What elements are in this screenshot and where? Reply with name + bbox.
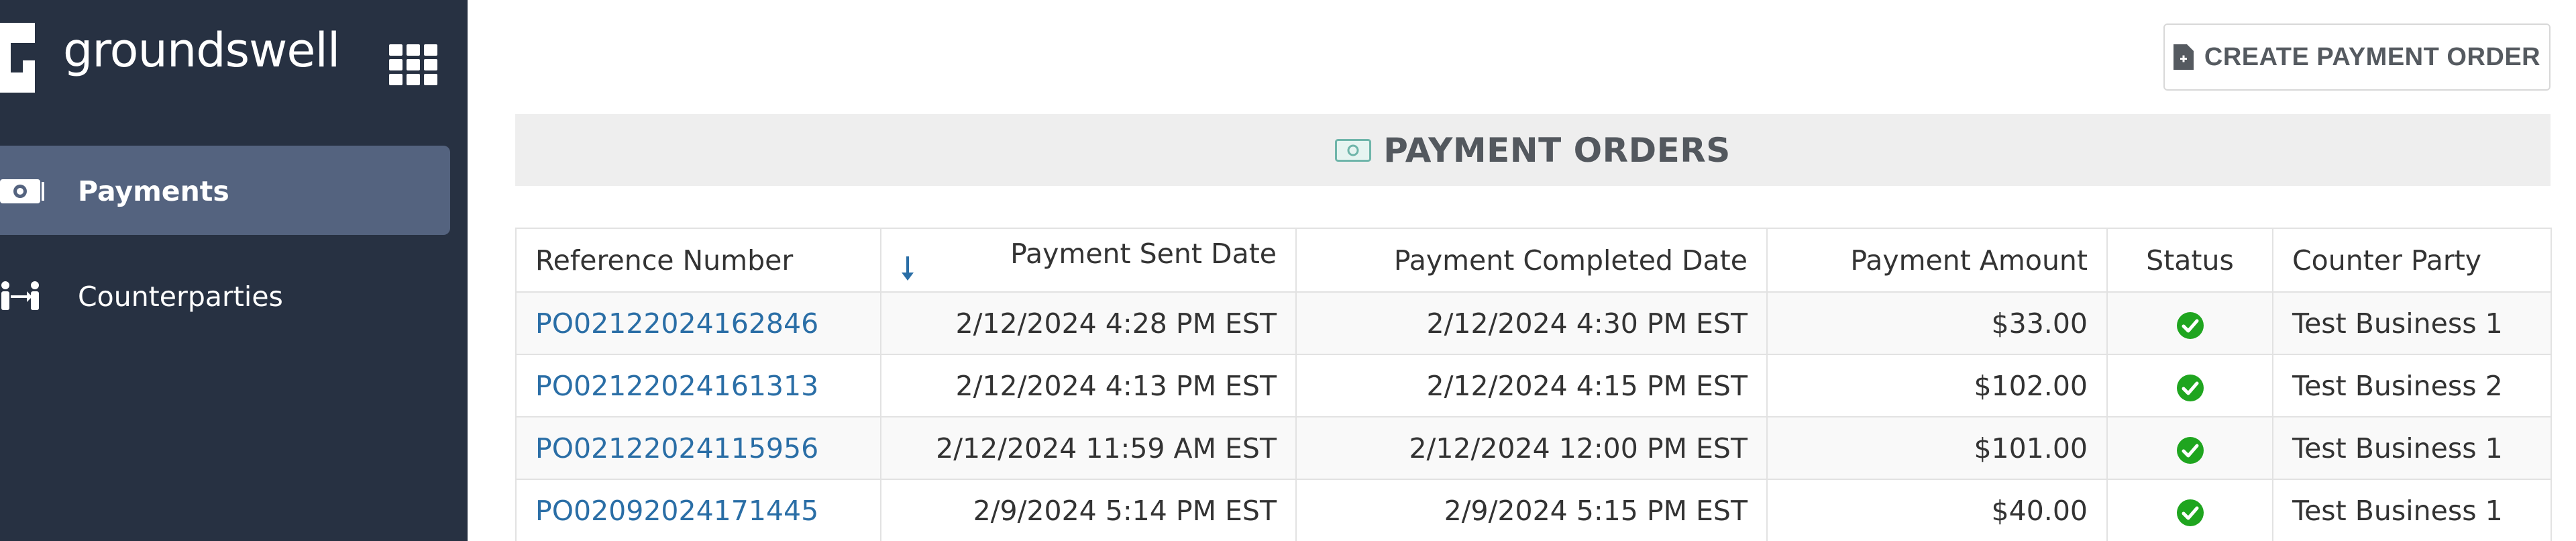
counterparty-cell: Test Business 1	[2272, 291, 2552, 355]
money-icon	[1335, 138, 1372, 162]
sidebar-item-label: Payments	[78, 175, 229, 207]
app-root: groundswell Payments Counterparties CREA…	[0, 0, 2576, 541]
status-cell	[2106, 354, 2273, 417]
grid-apps-icon[interactable]	[389, 44, 437, 86]
amount-cell: $33.00	[1766, 291, 2108, 355]
sent-date-cell: 2/12/2024 4:13 PM EST	[880, 354, 1297, 417]
column-header-label: Payment Sent Date	[1010, 237, 1277, 270]
check-circle-icon	[2176, 311, 2204, 339]
reference-link[interactable]: PO02122024115956	[535, 432, 818, 464]
status-cell	[2106, 479, 2273, 541]
create-payment-order-label: CREATE PAYMENT ORDER	[2204, 42, 2541, 71]
counterparty-cell: Test Business 2	[2272, 354, 2552, 417]
sidebar: groundswell Payments Counterparties	[0, 0, 468, 541]
amount-cell: $40.00	[1766, 479, 2108, 541]
brand-name: groundswell	[63, 23, 340, 78]
check-circle-icon	[2176, 499, 2204, 526]
create-payment-order-button[interactable]: CREATE PAYMENT ORDER	[2163, 23, 2551, 91]
table-row: PO02122024161313 2/12/2024 4:13 PM EST 2…	[515, 354, 2552, 417]
sent-date-cell: 2/12/2024 11:59 AM EST	[880, 416, 1297, 480]
amount-cell: $101.00	[1766, 416, 2108, 480]
sidebar-item-label: Counterparties	[78, 281, 283, 313]
groundswell-logo-icon	[0, 23, 35, 93]
status-cell	[2106, 416, 2273, 480]
table-header-row: Reference Number Payment Sent Date Payme…	[515, 228, 2552, 293]
completed-date-cell: 2/12/2024 4:30 PM EST	[1295, 291, 1768, 355]
table-row: PO02122024115956 2/12/2024 11:59 AM EST …	[515, 416, 2552, 480]
section-header: PAYMENT ORDERS	[515, 114, 2551, 186]
reference-link[interactable]: PO02122024162846	[535, 307, 818, 340]
table-row: PO02122024162846 2/12/2024 4:28 PM EST 2…	[515, 291, 2552, 355]
arrow-down-icon[interactable]	[900, 254, 915, 283]
column-header-counterparty[interactable]: Counter Party	[2272, 228, 2552, 293]
page-title: PAYMENT ORDERS	[1383, 130, 1731, 170]
document-add-icon	[2173, 44, 2194, 70]
completed-date-cell: 2/12/2024 4:15 PM EST	[1295, 354, 1768, 417]
counterparty-cell: Test Business 1	[2272, 416, 2552, 480]
completed-date-cell: 2/12/2024 12:00 PM EST	[1295, 416, 1768, 480]
completed-date-cell: 2/9/2024 5:15 PM EST	[1295, 479, 1768, 541]
column-header-reference[interactable]: Reference Number	[515, 228, 881, 293]
column-header-sent-date[interactable]: Payment Sent Date	[880, 228, 1297, 293]
reference-link[interactable]: PO02122024161313	[535, 370, 818, 402]
payment-orders-table: Reference Number Payment Sent Date Payme…	[515, 228, 2552, 541]
sidebar-item-payments[interactable]: Payments	[0, 146, 450, 235]
sent-date-cell: 2/12/2024 4:28 PM EST	[880, 291, 1297, 355]
check-circle-icon	[2176, 436, 2204, 464]
people-exchange-icon	[1, 281, 39, 310]
brand: groundswell	[0, 19, 468, 93]
money-icon	[0, 179, 44, 203]
amount-cell: $102.00	[1766, 354, 2108, 417]
counterparty-cell: Test Business 1	[2272, 479, 2552, 541]
status-cell	[2106, 291, 2273, 355]
sidebar-item-counterparties[interactable]: Counterparties	[0, 251, 450, 340]
reference-link[interactable]: PO02092024171445	[535, 495, 818, 527]
column-header-amount[interactable]: Payment Amount	[1766, 228, 2108, 293]
column-header-completed-date[interactable]: Payment Completed Date	[1295, 228, 1768, 293]
check-circle-icon	[2176, 374, 2204, 401]
sent-date-cell: 2/9/2024 5:14 PM EST	[880, 479, 1297, 541]
column-header-status[interactable]: Status	[2106, 228, 2273, 293]
table-row: PO02092024171445 2/9/2024 5:14 PM EST 2/…	[515, 479, 2552, 541]
